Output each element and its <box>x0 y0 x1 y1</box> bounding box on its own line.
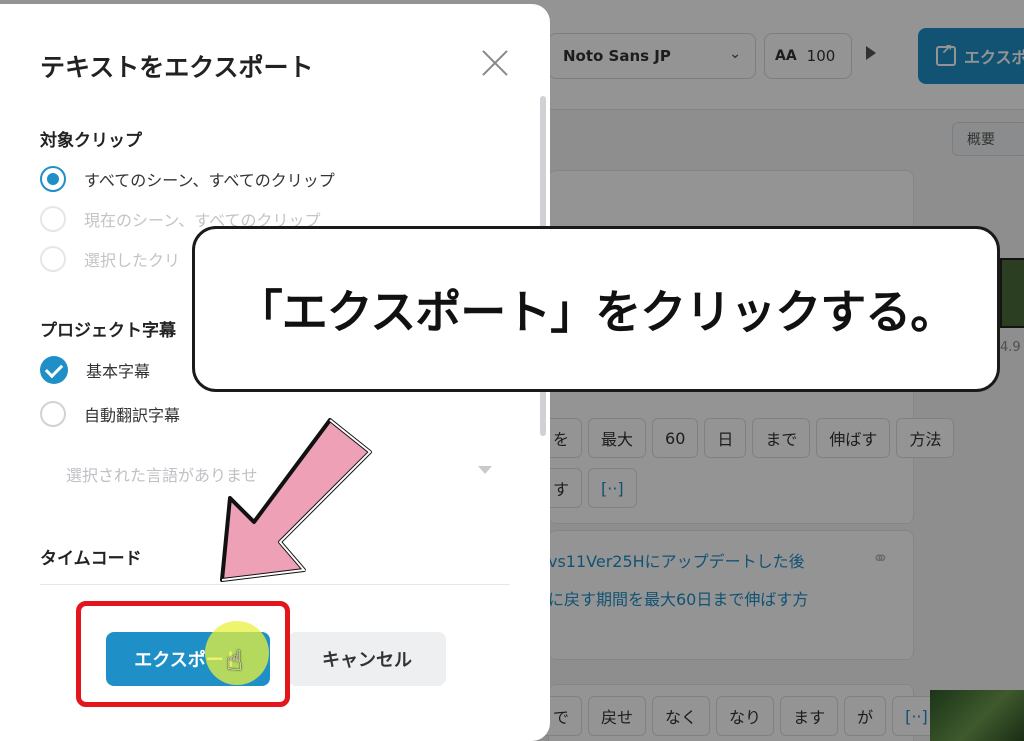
checkbox-basic-subtitles[interactable]: 基本字幕 <box>40 356 150 384</box>
checkbox-empty-icon <box>40 401 66 427</box>
callout-text: 「エクスポート」をクリックする。 <box>236 285 957 339</box>
option-label: 自動翻訳字幕 <box>84 406 181 425</box>
close-icon[interactable] <box>480 48 510 78</box>
radio-all-scenes-all-clips[interactable]: すべてのシーン、すべてのクリップ <box>40 166 335 192</box>
hand-cursor-icon: ☝ <box>226 644 244 677</box>
section-project-subtitles: プロジェクト字幕 <box>40 321 176 341</box>
radio-selected-clips[interactable]: 選択したクリ <box>40 246 180 272</box>
checkbox-auto-translated-subtitles[interactable]: 自動翻訳字幕 <box>40 401 180 427</box>
arrow-shape <box>220 418 372 582</box>
option-label: 基本字幕 <box>86 362 151 381</box>
instruction-callout: 「エクスポート」をクリックする。 <box>192 226 1000 392</box>
radio-selected-icon <box>40 166 66 192</box>
dialog-title: テキストをエクスポート <box>40 53 314 82</box>
section-target-clip: 対象クリップ <box>40 131 142 151</box>
pointer-arrow <box>220 418 372 582</box>
option-label: すべてのシーン、すべてのクリップ <box>84 171 335 190</box>
cancel-button[interactable]: キャンセル <box>288 632 446 686</box>
radio-icon <box>40 206 66 232</box>
option-label: 選択したクリ <box>84 251 181 270</box>
chevron-down-icon <box>478 466 492 474</box>
radio-icon <box>40 246 66 272</box>
checkmark-icon <box>40 356 68 384</box>
section-timecode: タイムコード <box>40 549 142 569</box>
